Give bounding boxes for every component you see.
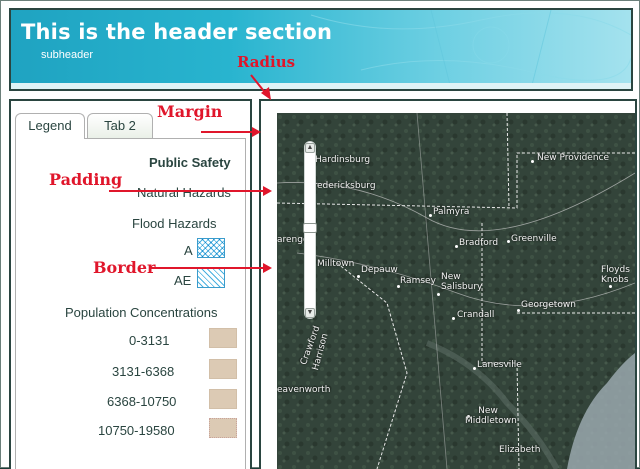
town-label: New Middletown — [465, 406, 517, 426]
annotation-margin: Margin — [157, 102, 223, 121]
legend-pop-3: 10750-19580 — [98, 423, 175, 438]
legend-group-natural-hazards: Natural Hazards — [137, 185, 231, 200]
town-label: Elizabeth — [499, 445, 541, 455]
legend-flood-ae-label: AE — [174, 273, 192, 288]
page-frame: This is the header section subheader Leg… — [0, 0, 640, 469]
legend-group-public-safety: Public Safety — [149, 155, 231, 170]
town-label: Depauw — [361, 265, 398, 275]
town-label: Bradford — [459, 238, 499, 248]
town-label: New Providence — [537, 153, 610, 163]
header-divider — [11, 83, 631, 89]
town-label: Fredericksburg — [309, 181, 376, 191]
legend-flood-a-label: A — [184, 243, 193, 258]
town-label: Floyds Knobs — [601, 265, 630, 285]
town-marker — [452, 317, 455, 320]
town-label: eavenworth — [277, 385, 331, 395]
map-container: Hardinsburg New Providence Fredericksbur… — [259, 99, 637, 469]
zoom-in-button[interactable]: ▲ — [305, 143, 315, 153]
legend-pop-1: 3131-6368 — [112, 364, 175, 379]
annotation-radius: Radius — [237, 53, 296, 71]
tab-legend[interactable]: Legend — [15, 113, 85, 139]
margin-arrow-head — [252, 127, 261, 137]
town-marker — [507, 240, 510, 243]
town-label: New Salisbury — [441, 272, 483, 292]
town-label: Palmyra — [433, 207, 470, 217]
town-label: Milltown — [317, 259, 355, 269]
header-subtitle: subheader — [41, 49, 93, 61]
left-panel: Legend Tab 2 Public Safety Natural Hazar… — [9, 99, 252, 469]
annotation-border: Border — [93, 258, 156, 277]
zoom-slider-handle[interactable] — [303, 223, 317, 233]
legend-pop-0: 0-3131 — [129, 333, 170, 348]
town-label: Georgetown — [521, 300, 576, 310]
header-title: This is the header section — [21, 20, 333, 44]
legend-flood-title: Flood Hazards — [132, 216, 217, 231]
border-arrow-line — [151, 267, 263, 269]
legend-pop-2: 6368-10750 — [107, 394, 177, 409]
town-marker — [455, 245, 458, 248]
annotation-padding: Padding — [49, 170, 123, 189]
map-view[interactable]: Hardinsburg New Providence Fredericksbur… — [277, 113, 635, 469]
town-label: Ramsey — [400, 276, 436, 286]
town-label: Greenville — [511, 234, 557, 244]
town-marker — [429, 214, 432, 217]
town-marker — [531, 160, 534, 163]
town-marker — [517, 309, 520, 312]
pop-swatch-3 — [209, 418, 237, 438]
town-marker — [357, 275, 360, 278]
header-section: This is the header section subheader — [9, 8, 633, 91]
town-marker — [437, 293, 440, 296]
border-arrow-head — [263, 263, 272, 273]
town-marker — [473, 367, 476, 370]
flood-a-swatch — [197, 238, 225, 258]
pop-swatch-0 — [209, 328, 237, 348]
zoom-out-button[interactable]: ▼ — [305, 308, 315, 318]
pop-swatch-2 — [209, 389, 237, 409]
radius-arrow — [250, 74, 271, 100]
town-label: Lanesville — [477, 360, 522, 370]
pop-swatch-1 — [209, 359, 237, 379]
margin-arrow-line — [201, 131, 253, 133]
town-marker — [609, 285, 612, 288]
town-label: Hardinsburg — [315, 155, 371, 165]
town-label: Crandall — [457, 310, 495, 320]
padding-arrow-line — [109, 190, 263, 192]
flood-ae-swatch — [197, 268, 225, 288]
legend-population-title: Population Concentrations — [65, 305, 218, 320]
tab-2[interactable]: Tab 2 — [87, 113, 153, 139]
padding-arrow-head — [263, 186, 272, 196]
